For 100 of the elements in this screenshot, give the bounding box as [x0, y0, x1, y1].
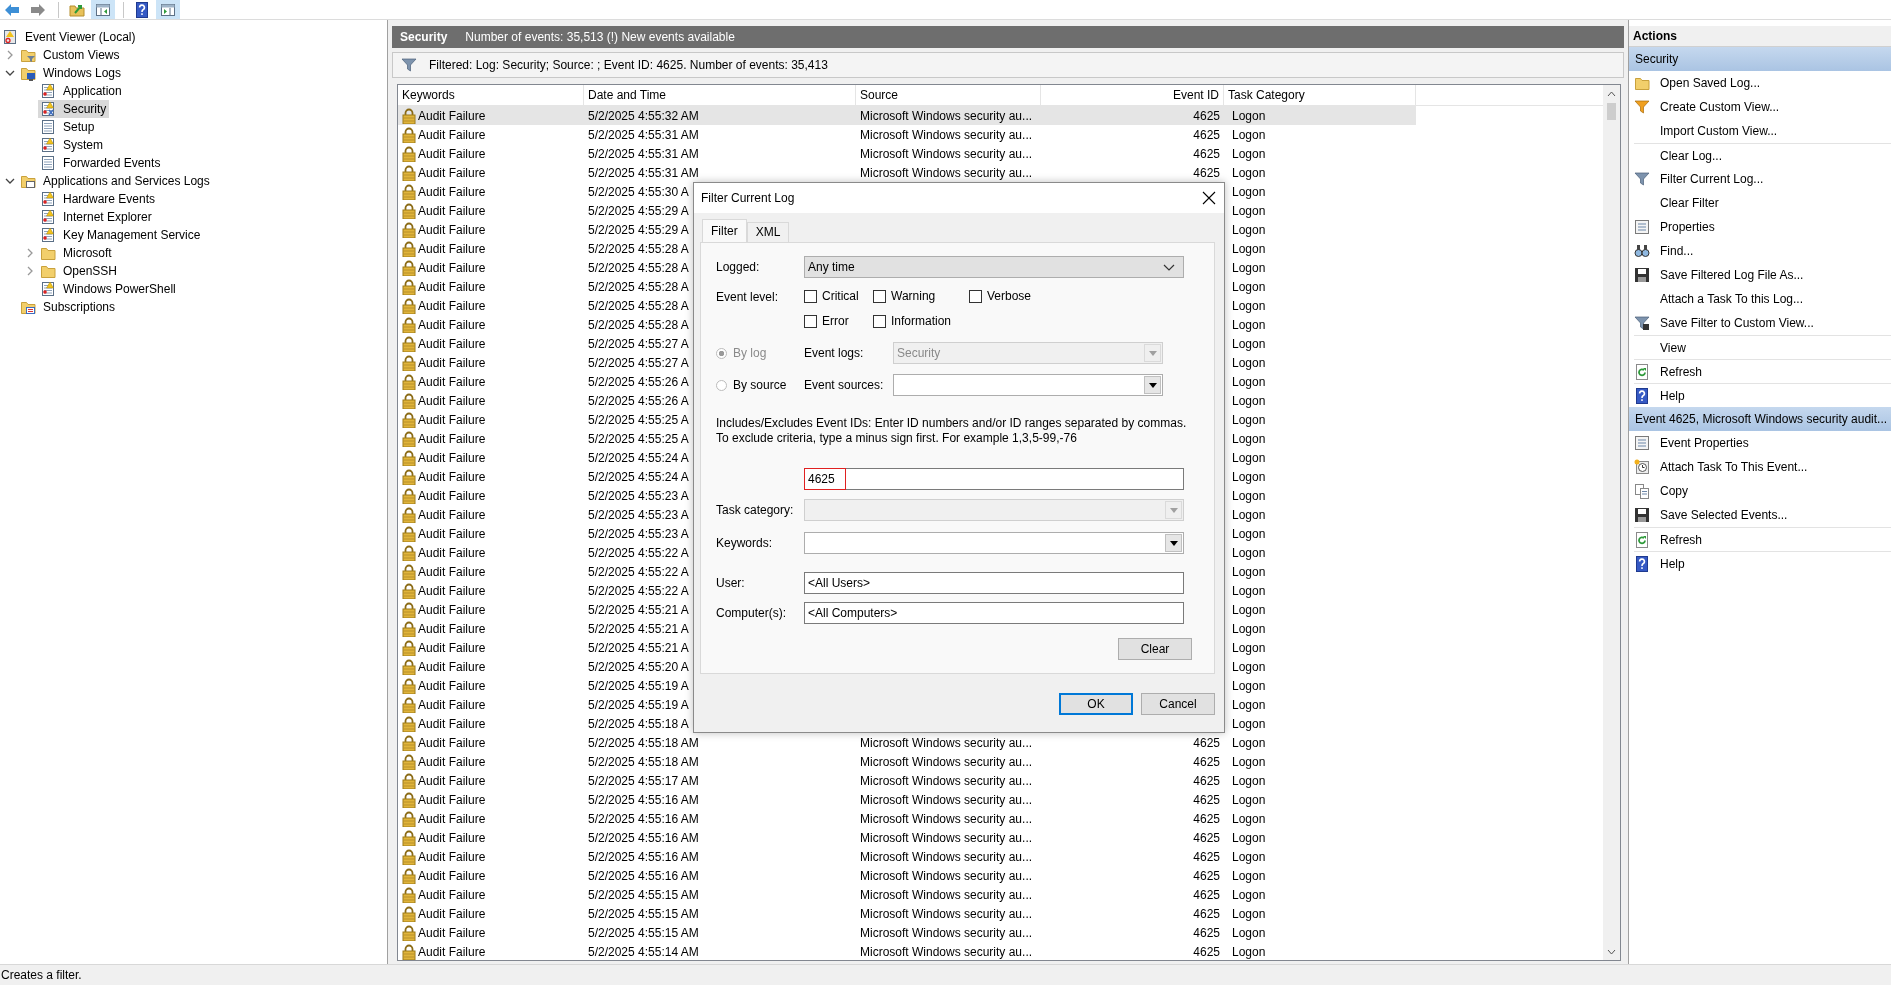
table-cell: Audit Failure	[418, 336, 486, 351]
table-cell: Microsoft Windows security au...	[860, 887, 1033, 902]
table-cell: Microsoft Windows security au...	[860, 811, 1033, 826]
table-cell: 5/2/2025 4:55:16 AM	[588, 830, 699, 845]
table-cell: 4625	[1193, 849, 1220, 864]
table-cell: Audit Failure	[418, 944, 486, 959]
table-cell: Logon	[1232, 735, 1266, 750]
table-cell: Logon	[1232, 393, 1266, 408]
table-cell: Logon	[1232, 450, 1266, 465]
table-cell: 5/2/2025 4:55:18 AM	[588, 754, 699, 769]
table-cell: Microsoft Windows security au...	[860, 906, 1033, 921]
table-cell: 5/2/2025 4:55:24 A	[588, 450, 689, 465]
table-cell: Audit Failure	[418, 412, 486, 427]
table-cell: Logon	[1232, 887, 1266, 902]
table-cell: Audit Failure	[418, 583, 486, 598]
table-cell: Logon	[1232, 868, 1266, 883]
field-label: User:	[716, 576, 746, 590]
table-cell: 5/2/2025 4:55:15 AM	[588, 906, 699, 921]
table-cell: Audit Failure	[418, 203, 486, 218]
table-cell: Audit Failure	[418, 868, 486, 883]
table-cell: Audit Failure	[418, 450, 486, 465]
table-cell: Audit Failure	[418, 317, 486, 332]
table-cell: 5/2/2025 4:55:20 A	[588, 659, 689, 674]
table-cell: Logon	[1232, 507, 1266, 522]
table-cell: Microsoft Windows security au...	[860, 127, 1033, 142]
table-cell: 5/2/2025 4:55:16 AM	[588, 868, 699, 883]
table-cell: Logon	[1232, 583, 1266, 598]
table-cell: 5/2/2025 4:55:18 AM	[588, 735, 699, 750]
table-cell: 5/2/2025 4:55:23 A	[588, 507, 689, 522]
table-cell: 4625	[1193, 944, 1220, 959]
table-cell: 4625	[1193, 925, 1220, 940]
table-cell: Audit Failure	[418, 260, 486, 275]
field-label: Event logs:	[804, 346, 865, 360]
table-cell: 5/2/2025 4:55:23 A	[588, 488, 689, 503]
table-cell: Audit Failure	[418, 165, 486, 180]
table-cell: 5/2/2025 4:55:16 AM	[588, 811, 699, 826]
table-cell: Audit Failure	[418, 507, 486, 522]
table-cell: 5/2/2025 4:55:18 A	[588, 716, 689, 731]
table-cell: Audit Failure	[418, 659, 486, 674]
table-cell: Logon	[1232, 203, 1266, 218]
table-cell: Logon	[1232, 336, 1266, 351]
table-cell: Microsoft Windows security au...	[860, 792, 1033, 807]
field-label: Event sources:	[804, 378, 885, 392]
status-text: Creates a filter.	[0, 968, 82, 982]
table-cell: 5/2/2025 4:55:16 AM	[588, 792, 699, 807]
table-cell: 5/2/2025 4:55:15 AM	[588, 925, 699, 940]
table-cell: Audit Failure	[418, 374, 486, 389]
table-cell: Audit Failure	[418, 545, 486, 560]
table-cell: Logon	[1232, 469, 1266, 484]
table-cell: Logon	[1232, 640, 1266, 655]
table-cell: 5/2/2025 4:55:30 A	[588, 184, 689, 199]
table-cell: Microsoft Windows security au...	[860, 868, 1033, 883]
table-cell: Microsoft Windows security au...	[860, 165, 1033, 180]
table-cell: Logon	[1232, 716, 1266, 731]
table-cell: Logon	[1232, 849, 1266, 864]
table-cell: 5/2/2025 4:55:22 A	[588, 564, 689, 579]
table-cell: 5/2/2025 4:55:21 A	[588, 621, 689, 636]
table-cell: Logon	[1232, 906, 1266, 921]
table-cell: Logon	[1232, 127, 1266, 142]
table-cell: Microsoft Windows security au...	[860, 925, 1033, 940]
log-title: Security	[400, 30, 448, 44]
table-cell: 5/2/2025 4:55:14 AM	[588, 944, 699, 959]
table-cell: Logon	[1232, 564, 1266, 579]
table-cell: Audit Failure	[418, 754, 486, 769]
table-cell: 4625	[1193, 127, 1220, 142]
table-cell: 5/2/2025 4:55:26 A	[588, 393, 689, 408]
table-cell: Audit Failure	[418, 279, 486, 294]
table-cell: Audit Failure	[418, 773, 486, 788]
table-cell: Audit Failure	[418, 621, 486, 636]
table-cell: 5/2/2025 4:55:31 AM	[588, 146, 699, 161]
table-cell: Logon	[1232, 792, 1266, 807]
table-cell: Microsoft Windows security au...	[860, 754, 1033, 769]
table-cell: Logon	[1232, 811, 1266, 826]
table-cell: Logon	[1232, 108, 1266, 123]
table-cell: 5/2/2025 4:55:28 A	[588, 317, 689, 332]
table-cell: 5/2/2025 4:55:32 AM	[588, 108, 699, 123]
table-cell: Audit Failure	[418, 108, 486, 123]
table-cell: Logon	[1232, 526, 1266, 541]
table-cell: 5/2/2025 4:55:31 AM	[588, 127, 699, 142]
table-cell: 5/2/2025 4:55:15 AM	[588, 887, 699, 902]
table-cell: 4625	[1193, 830, 1220, 845]
table-cell: Logon	[1232, 355, 1266, 370]
table-cell: 4625	[1193, 868, 1220, 883]
table-cell: Audit Failure	[418, 431, 486, 446]
table-cell: Microsoft Windows security au...	[860, 830, 1033, 845]
table-cell: 5/2/2025 4:55:24 A	[588, 469, 689, 484]
table-cell: Microsoft Windows security au...	[860, 146, 1033, 161]
table-cell: Audit Failure	[418, 146, 486, 161]
table-cell: Audit Failure	[418, 298, 486, 313]
table-cell: 5/2/2025 4:55:28 A	[588, 298, 689, 313]
table-cell: Audit Failure	[418, 925, 486, 940]
table-cell: Audit Failure	[418, 355, 486, 370]
table-cell: 5/2/2025 4:55:27 A	[588, 336, 689, 351]
table-cell: 4625	[1193, 754, 1220, 769]
table-cell: Audit Failure	[418, 469, 486, 484]
table-cell: Logon	[1232, 146, 1266, 161]
table-cell: Logon	[1232, 545, 1266, 560]
table-cell: Audit Failure	[418, 184, 486, 199]
table-cell: 5/2/2025 4:55:25 A	[588, 412, 689, 427]
table-cell: Logon	[1232, 602, 1266, 617]
